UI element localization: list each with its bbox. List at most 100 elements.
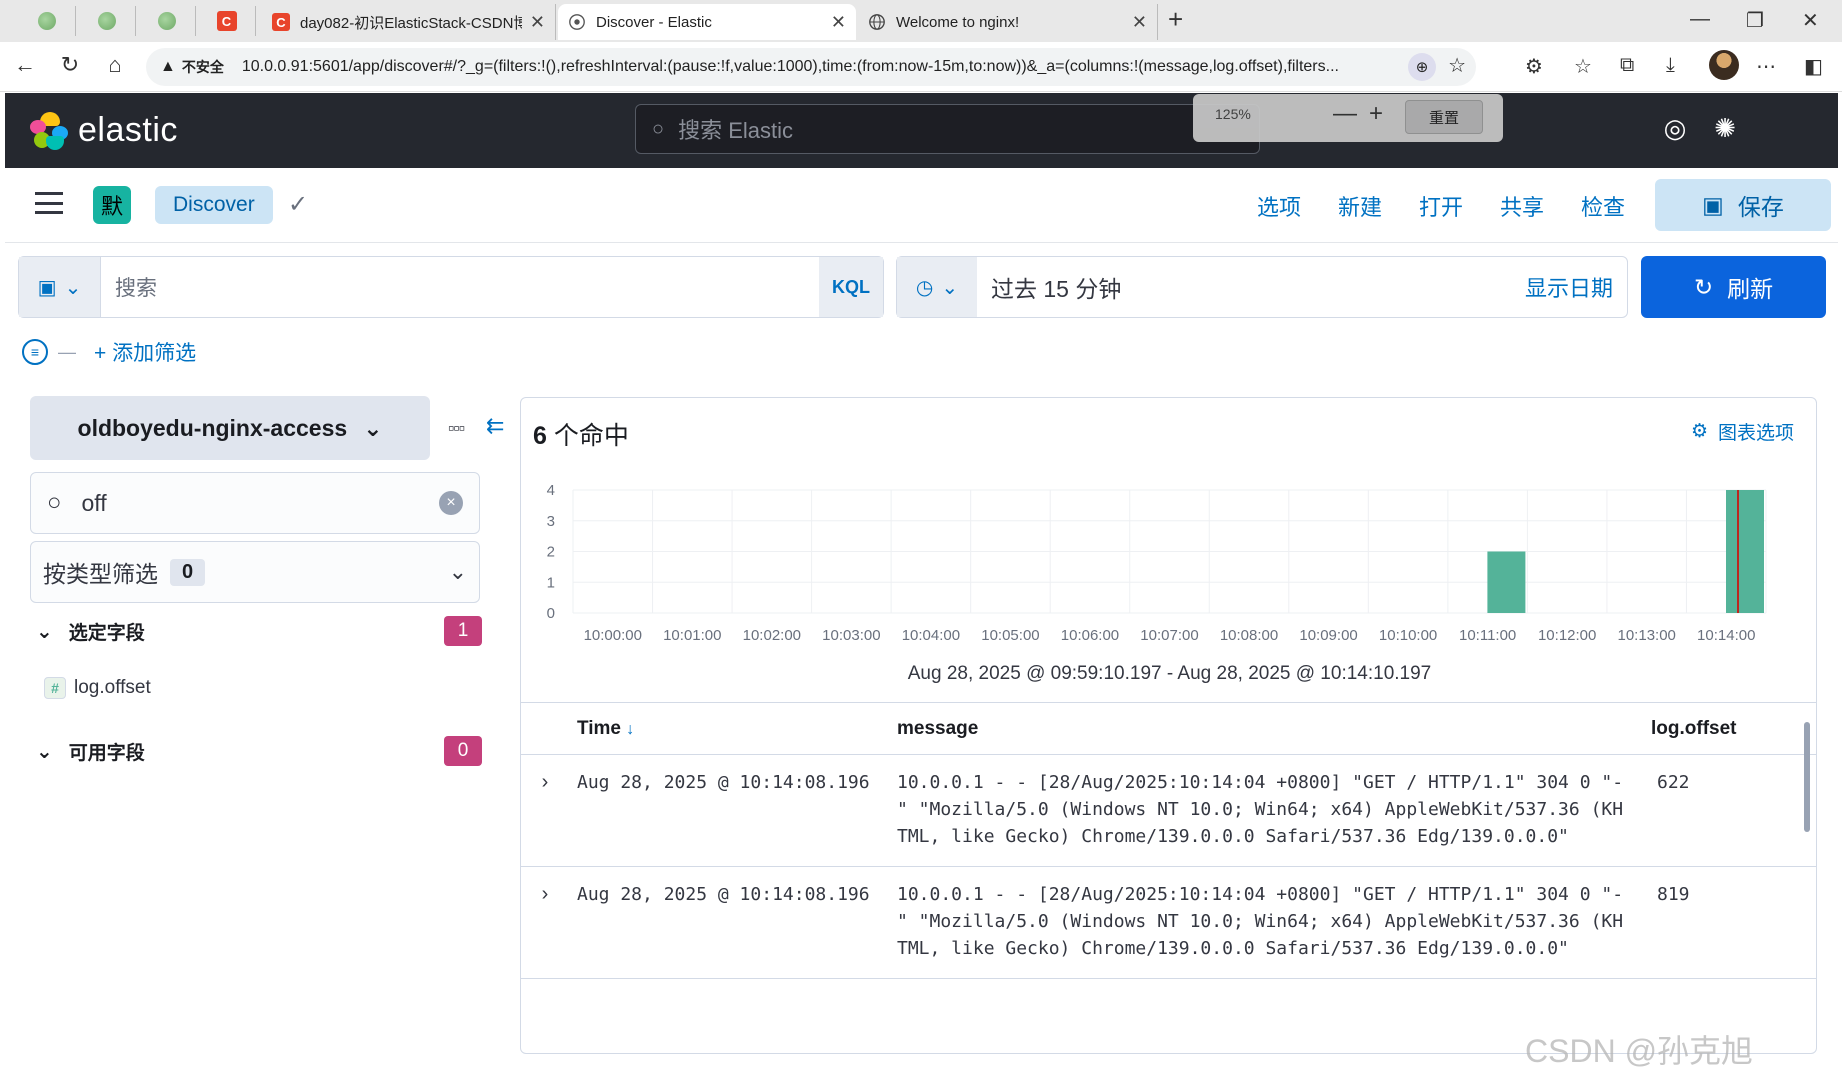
elastic-logo[interactable]: elastic xyxy=(30,111,178,150)
cell-message: 10.0.0.1 - - [28/Aug/2025:10:14:04 +0800… xyxy=(897,772,1624,847)
open-link[interactable]: 打开 xyxy=(1419,190,1463,222)
kql-toggle[interactable]: KQL xyxy=(819,257,883,317)
collapse-sidebar-icon[interactable]: ⇇ xyxy=(486,413,504,439)
logo-text: elastic xyxy=(78,111,178,149)
elastic-logo-icon xyxy=(30,111,68,150)
pinned-tab[interactable] xyxy=(78,6,136,36)
tab-nginx[interactable]: Welcome to nginx! ✕ xyxy=(858,4,1158,40)
scrollbar-thumb[interactable] xyxy=(1804,722,1810,832)
breadcrumb[interactable]: Discover xyxy=(155,186,273,224)
column-header-offset[interactable]: log.offset xyxy=(1625,718,1775,740)
back-icon[interactable]: ← xyxy=(10,52,40,78)
column-header-message[interactable]: message xyxy=(897,718,1625,740)
chevron-down-icon: ⌄ xyxy=(941,276,959,299)
restore-button[interactable]: ❐ xyxy=(1746,8,1764,33)
x-tick-label: 10:11:00 xyxy=(1459,627,1516,644)
menu-icon[interactable] xyxy=(35,192,63,214)
zoom-icon[interactable]: ⊕ xyxy=(1408,53,1437,81)
reload-icon[interactable]: ↻ xyxy=(55,52,85,78)
clear-icon[interactable]: × xyxy=(439,491,463,515)
inspect-link[interactable]: 检查 xyxy=(1581,190,1625,222)
x-tick-label: 10:08:00 xyxy=(1220,627,1278,644)
filter-icon[interactable]: ≡ xyxy=(22,339,48,365)
tab-discover[interactable]: Discover - Elastic ✕ xyxy=(558,4,856,40)
extensions-icon[interactable]: ⚙ xyxy=(1525,54,1543,79)
zoom-in-button[interactable]: + xyxy=(1369,100,1383,128)
available-fields-count: 0 xyxy=(444,736,482,766)
share-link[interactable]: 共享 xyxy=(1500,190,1544,222)
avatar[interactable] xyxy=(1709,50,1739,80)
collections-icon[interactable]: ⧉ xyxy=(1620,54,1634,77)
more-icon[interactable]: ⋯ xyxy=(1756,54,1776,79)
global-search-input[interactable]: ○ 搜索 Elastic xyxy=(635,104,1260,154)
close-icon[interactable]: ✕ xyxy=(1132,12,1147,33)
close-icon[interactable]: ✕ xyxy=(831,12,846,33)
selected-fields-section[interactable]: ⌄ 选定字段 1 xyxy=(36,613,482,649)
pinned-tab[interactable] xyxy=(138,6,196,36)
save-button[interactable]: ▣ 保存 xyxy=(1655,179,1831,231)
close-window-button[interactable]: ✕ xyxy=(1802,8,1819,33)
search-icon: ○ xyxy=(47,489,62,516)
query-input[interactable]: 搜索 xyxy=(101,257,819,317)
x-tick-label: 10:02:00 xyxy=(743,627,801,644)
field-item[interactable]: # log.offset xyxy=(44,677,151,699)
sort-desc-icon[interactable]: ↓ xyxy=(626,721,634,738)
clock-icon: ◷ xyxy=(915,276,934,299)
number-field-icon: # xyxy=(44,677,66,699)
column-header-time[interactable]: Time ↓ xyxy=(569,718,897,740)
field-search-input[interactable]: ○ off × xyxy=(30,472,480,534)
x-tick-label: 10:01:00 xyxy=(663,627,721,644)
watermark: CSDN @孙克旭 xyxy=(1525,1033,1754,1069)
sidebar-toggle-icon[interactable]: ◧ xyxy=(1804,54,1823,79)
type-filter-count: 0 xyxy=(170,558,206,586)
url-field[interactable]: ▲ 不安全 10.0.0.91:5601/app/discover#/?_g=(… xyxy=(146,48,1476,86)
cell-offset: 622 xyxy=(1657,772,1690,793)
checkmark-icon: ✓ xyxy=(288,191,309,218)
column-header-label: Time xyxy=(577,717,622,739)
zoom-popup: 125% — + 重置 xyxy=(1193,94,1503,142)
new-link[interactable]: 新建 xyxy=(1338,190,1382,222)
x-tick-label: 10:13:00 xyxy=(1618,627,1676,644)
zoom-percent: 125% xyxy=(1215,106,1251,122)
add-filter-link[interactable]: + 添加筛选 xyxy=(94,337,196,367)
download-icon[interactable]: ⤓ xyxy=(1666,54,1675,77)
newsfeed-icon[interactable]: ✺ xyxy=(1709,113,1741,145)
saved-query-button[interactable]: ▣ ⌄ xyxy=(19,257,101,317)
histogram-chart[interactable]: 0 1 2 3 4 10:00:00 10:01:00 10:02:00 10:03:00 10:… xyxy=(521,468,1817,668)
zoom-out-button[interactable]: — xyxy=(1333,100,1357,128)
expand-icon[interactable]: › xyxy=(521,769,569,850)
show-dates-link[interactable]: 显示日期 xyxy=(1525,257,1627,317)
table-row[interactable]: › Aug 28, 2025 @ 10:14:08.196 10.0.0.1 -… xyxy=(521,867,1816,979)
pinned-tab[interactable] xyxy=(18,6,76,36)
index-pattern-selector[interactable]: oldboyedu-nginx-access ⌄ xyxy=(30,396,430,460)
tab-csdn[interactable]: C day082-初识ElasticStack-CSDN博客 ✕ xyxy=(262,4,556,40)
more-options-icon[interactable]: ▫▫▫ xyxy=(448,418,465,439)
available-fields-section[interactable]: ⌄ 可用字段 0 xyxy=(36,733,482,769)
refresh-button[interactable]: ↻ 刷新 xyxy=(1641,256,1826,318)
chart-options-button[interactable]: ⚙ 图表选项 xyxy=(1691,418,1794,445)
x-tick-label: 10:04:00 xyxy=(902,627,960,644)
expand-icon[interactable]: › xyxy=(521,881,569,962)
quick-select-button[interactable]: ◷ ⌄ xyxy=(897,257,977,317)
favorites-icon[interactable]: ☆ xyxy=(1574,54,1592,79)
close-icon[interactable]: ✕ xyxy=(530,12,545,33)
scrollbar[interactable] xyxy=(1804,710,1812,1050)
divider: — xyxy=(58,341,76,362)
leaf-icon xyxy=(37,12,56,30)
save-icon: ▣ xyxy=(1702,191,1724,218)
star-icon[interactable]: ☆ xyxy=(1448,53,1466,81)
save-label: 保存 xyxy=(1737,194,1784,220)
options-link[interactable]: 选项 xyxy=(1257,190,1301,222)
pinned-tab[interactable]: C xyxy=(198,6,256,36)
chevron-down-icon: ⌄ xyxy=(448,559,467,584)
new-tab-button[interactable]: + xyxy=(1168,4,1183,35)
type-filter-dropdown[interactable]: 按类型筛选 0 ⌄ xyxy=(30,541,480,603)
space-avatar[interactable]: 默 xyxy=(93,186,131,224)
table-row[interactable]: › Aug 28, 2025 @ 10:14:08.196 10.0.0.1 -… xyxy=(521,755,1816,867)
home-icon[interactable]: ⌂ xyxy=(100,52,130,78)
minimize-button[interactable]: — xyxy=(1690,8,1710,31)
date-range-text[interactable]: 过去 15 分钟 xyxy=(977,257,1525,317)
selected-fields-count: 1 xyxy=(444,616,482,646)
help-icon[interactable]: ◎ xyxy=(1659,113,1691,145)
zoom-reset-button[interactable]: 重置 xyxy=(1405,100,1483,134)
